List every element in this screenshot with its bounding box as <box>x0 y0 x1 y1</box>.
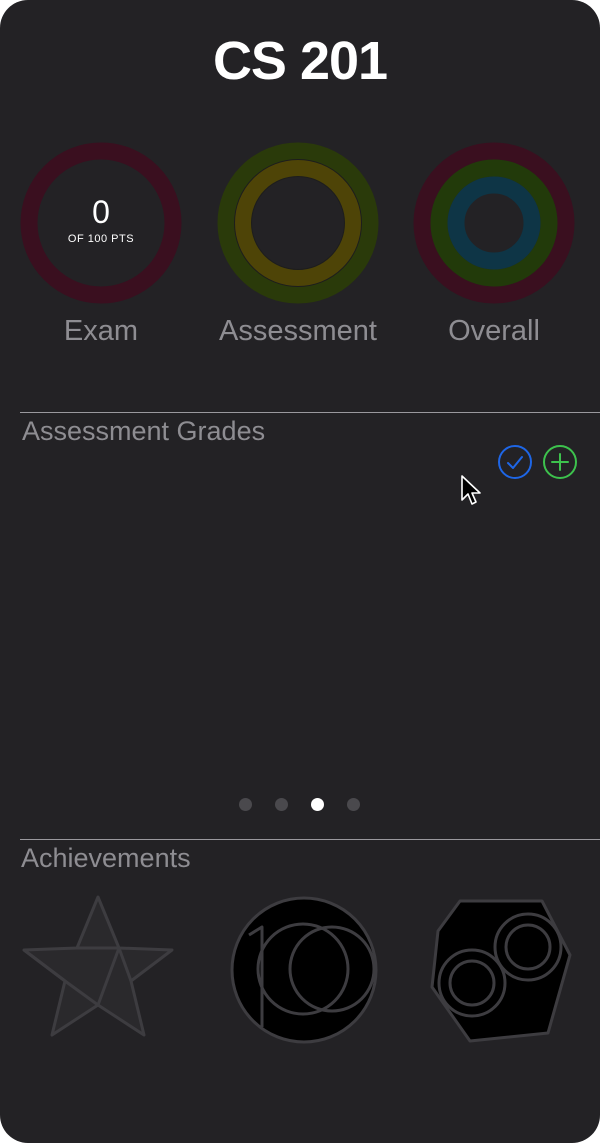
exam-score-subtitle: OF 100 PTS <box>67 233 135 245</box>
assessment-ring-graphic <box>217 142 379 304</box>
app-screen: CS 201 0 OF 100 PTS Exam Assessment Over… <box>0 0 600 1143</box>
hundred-badge-icon[interactable] <box>229 895 379 1045</box>
checkmark-button[interactable] <box>498 445 532 479</box>
assessment-grades-title: Assessment Grades <box>22 416 266 446</box>
exam-score: 0 OF 100 PTS <box>18 195 184 245</box>
rings-badge-icon[interactable] <box>430 895 572 1045</box>
achievements-title: Achievements <box>21 843 191 873</box>
page-indicator <box>0 798 600 814</box>
page-dot-3-active[interactable] <box>311 798 324 811</box>
assessment-ring[interactable]: Assessment <box>215 140 381 360</box>
page-dot-1[interactable] <box>239 798 252 811</box>
course-title: CS 201 <box>212 31 388 91</box>
assessment-ring-label: Assessment <box>219 315 377 347</box>
plus-icon <box>551 453 569 471</box>
star-badge-icon[interactable] <box>22 893 174 1039</box>
exam-ring[interactable]: 0 OF 100 PTS Exam <box>18 140 184 360</box>
checkmark-icon <box>507 456 523 469</box>
exam-score-value: 0 <box>92 194 110 230</box>
overall-ring-label: Overall <box>448 315 540 347</box>
overall-ring-graphic <box>413 142 575 304</box>
page-dot-4[interactable] <box>347 798 360 811</box>
mouse-pointer-icon <box>461 475 481 505</box>
page-dot-2[interactable] <box>275 798 288 811</box>
exam-ring-label: Exam <box>63 315 139 347</box>
section-divider <box>20 412 600 413</box>
section-divider <box>20 839 600 840</box>
add-assessment-button[interactable] <box>543 445 577 479</box>
overall-ring[interactable]: Overall <box>411 140 577 360</box>
